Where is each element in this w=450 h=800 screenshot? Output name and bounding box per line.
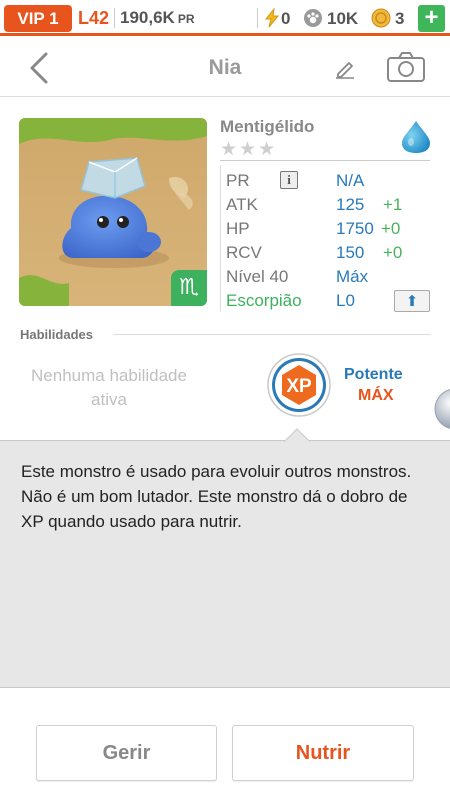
atk-bonus: +1 [383, 195, 403, 214]
trait-level: MÁX [358, 387, 394, 404]
divider [220, 160, 430, 161]
no-active-ability-text: Nenhuma habilidade ativa [31, 366, 187, 409]
divider [114, 8, 115, 28]
hp-bonus: +0 [381, 219, 401, 238]
xp-badge-icon: XP [267, 353, 331, 417]
xp-trait-badge[interactable]: XP [267, 353, 331, 417]
trait-name: Potente [344, 366, 403, 383]
pencil-edit-icon[interactable] [334, 57, 356, 79]
tooltip-pointer [284, 428, 310, 442]
page-title: Nia [208, 56, 242, 79]
level-label: Nível 40 [226, 267, 289, 286]
food-paw-icon [304, 9, 322, 27]
add-currency-button[interactable]: + [418, 5, 445, 32]
player-level: L42 [78, 8, 110, 28]
vip-badge[interactable]: VIP 1 [4, 5, 72, 32]
energy-count: 0 [281, 9, 291, 28]
nav-bar: Nia [0, 39, 450, 97]
level-value: Máx [336, 267, 369, 286]
feed-button[interactable]: Nutrir [232, 725, 414, 781]
pr-value: N/A [336, 171, 365, 190]
hp-label: HP [226, 219, 250, 238]
info-icon[interactable]: i [280, 171, 298, 189]
rcv-value: 150 [336, 243, 365, 262]
power-value: 190,6K [120, 8, 175, 27]
water-drop-icon [402, 121, 430, 153]
status-bar: VIP 1 L42 190,6K PR 0 10K 3 + [0, 0, 450, 36]
hp-value: 1750 [336, 219, 374, 238]
divider [257, 8, 258, 28]
zodiac-upgrade-button[interactable]: ⬆ [394, 290, 430, 312]
atk-label: ATK [226, 195, 258, 214]
monster-portrait[interactable]: ♏ [19, 118, 207, 306]
zodiac-level: L0 [336, 291, 355, 310]
rcv-label: RCV [226, 243, 262, 262]
power-rating: 190,6K PR [120, 8, 195, 29]
abilities-heading: Habilidades [20, 327, 93, 342]
stats-divider [220, 165, 221, 311]
food-count: 10K [327, 9, 359, 28]
lightning-icon [264, 8, 280, 28]
trait-description: Este monstro é usado para evoluir outros… [21, 462, 412, 531]
rcv-bonus: +0 [383, 243, 403, 262]
camera-icon[interactable] [387, 52, 425, 82]
divider [113, 334, 431, 335]
next-trait-orb-icon[interactable] [433, 388, 450, 430]
coin-icon [371, 8, 391, 28]
zodiac-label: Escorpião [226, 291, 302, 310]
coin-count: 3 [395, 9, 405, 28]
power-unit: PR [177, 12, 195, 26]
atk-value: 125 [336, 195, 365, 214]
arrow-up-icon: ⬆ [405, 292, 419, 310]
pr-label: PR [226, 171, 250, 190]
xp-badge-text: XP [286, 376, 312, 397]
star-rating: ★★★ [220, 138, 278, 160]
zodiac-scorpio-icon: ♏ [171, 270, 207, 306]
species-name: Mentigélido [220, 117, 315, 136]
manage-button[interactable]: Gerir [36, 725, 217, 781]
